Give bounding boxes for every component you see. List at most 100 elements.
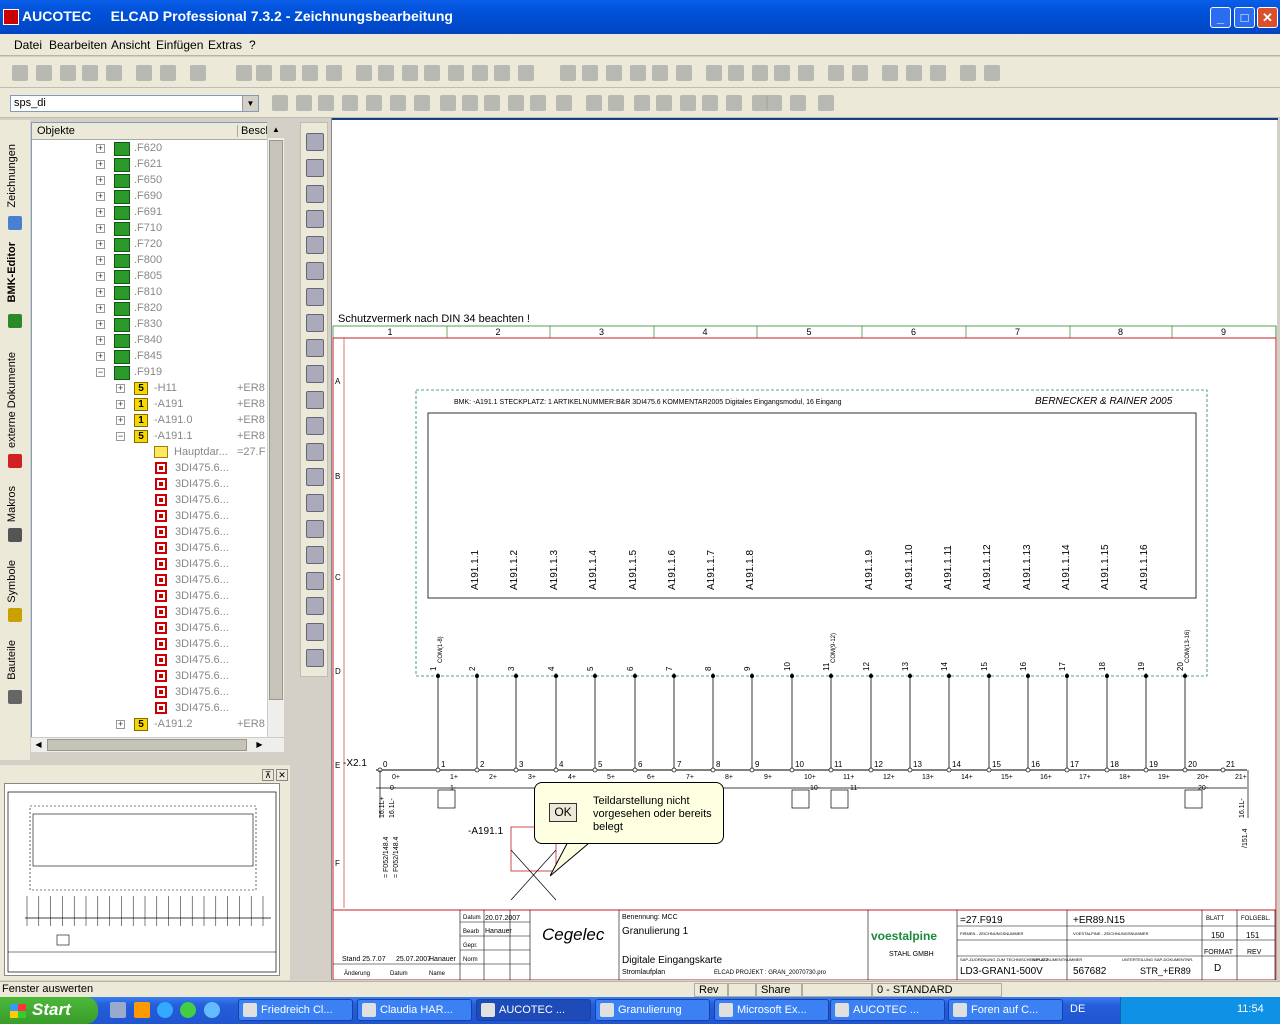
toolbar-icon[interactable] bbox=[12, 65, 28, 81]
header-objekte[interactable]: Objekte bbox=[37, 125, 75, 137]
tree-horizontal-scrollbar[interactable]: ◀ ▶ bbox=[31, 737, 284, 752]
task-foren[interactable]: Foren auf C... bbox=[948, 999, 1063, 1021]
tree-row[interactable]: 3DI475.6... bbox=[32, 605, 283, 621]
expand-icon[interactable]: + bbox=[96, 160, 105, 169]
quicklaunch-search-icon[interactable] bbox=[204, 1002, 220, 1018]
tree-row[interactable]: + .F820 bbox=[32, 301, 283, 317]
task-friedreich[interactable]: Friedreich Cl... bbox=[238, 999, 353, 1021]
tab-zeichnungen[interactable]: Zeichnungen bbox=[6, 144, 18, 208]
toolbar-icon[interactable] bbox=[518, 65, 534, 81]
ok-button[interactable]: OK bbox=[549, 803, 577, 822]
tree-row[interactable]: + .F805 bbox=[32, 269, 283, 285]
toolbar-icon[interactable] bbox=[798, 65, 814, 81]
toolbar-icon[interactable] bbox=[774, 65, 790, 81]
menu-datei[interactable]: Datei bbox=[14, 38, 42, 52]
toolbar-icon[interactable] bbox=[560, 65, 576, 81]
scroll-left-icon[interactable]: ◀ bbox=[31, 738, 46, 752]
toolbar-icon[interactable] bbox=[366, 95, 382, 111]
menu-ansicht[interactable]: Ansicht bbox=[111, 38, 150, 52]
symbol-tool-icon[interactable] bbox=[306, 442, 324, 461]
toolbar-icon[interactable] bbox=[960, 65, 976, 81]
expand-icon[interactable]: + bbox=[96, 352, 105, 361]
language-indicator[interactable]: DE bbox=[1070, 1003, 1085, 1015]
toolbar-icon[interactable] bbox=[906, 65, 922, 81]
toolbar-icon[interactable] bbox=[582, 65, 598, 81]
symbol-tool-icon[interactable] bbox=[306, 494, 324, 513]
tree-row[interactable]: + .F830 bbox=[32, 317, 283, 333]
scroll-thumb[interactable] bbox=[269, 140, 283, 700]
expand-icon[interactable]: + bbox=[96, 304, 105, 313]
expand-icon[interactable]: − bbox=[96, 368, 105, 377]
toolbar-icon[interactable] bbox=[60, 65, 76, 81]
symbol-tool-icon[interactable] bbox=[306, 468, 324, 487]
symbol-tool-icon[interactable] bbox=[306, 184, 324, 203]
tree-row[interactable]: Hauptdar... =27.F bbox=[32, 445, 283, 461]
hscroll-thumb[interactable] bbox=[47, 739, 247, 751]
toolbar-icon[interactable] bbox=[828, 65, 844, 81]
symbol-tool-icon[interactable] bbox=[306, 571, 324, 590]
tree-vertical-scrollbar[interactable]: ▲ bbox=[267, 122, 284, 737]
object-tree[interactable]: Objekte Besch + .F620 + .F621 + .F650 + .F690 +.… bbox=[31, 122, 284, 752]
symbol-tool-icon[interactable] bbox=[306, 545, 324, 564]
toolbar-icon[interactable] bbox=[106, 65, 122, 81]
tree-row[interactable]: + .F810 bbox=[32, 285, 283, 301]
symbol-tool-icon[interactable] bbox=[306, 210, 324, 229]
expand-icon[interactable]: + bbox=[96, 144, 105, 153]
tree-row[interactable]: + .F800 bbox=[32, 253, 283, 269]
tree-row[interactable]: 3DI475.6... bbox=[32, 493, 283, 509]
expand-icon[interactable]: + bbox=[96, 192, 105, 201]
toolbar-icon[interactable] bbox=[508, 95, 524, 111]
toolbar-icon[interactable] bbox=[296, 95, 312, 111]
toolbar-icon[interactable] bbox=[414, 95, 430, 111]
tree-row[interactable]: + .F720 bbox=[32, 237, 283, 253]
toolbar-icon[interactable] bbox=[390, 95, 406, 111]
toolbar-icon[interactable] bbox=[556, 95, 572, 111]
quicklaunch-outlook-icon[interactable] bbox=[110, 1002, 126, 1018]
toolbar-icon[interactable] bbox=[726, 95, 742, 111]
toolbar-icon[interactable] bbox=[608, 95, 624, 111]
symbol-tool-icon[interactable] bbox=[306, 416, 324, 435]
tree-row[interactable]: 3DI475.6... bbox=[32, 461, 283, 477]
menu-einfuegen[interactable]: Einfügen bbox=[156, 38, 203, 52]
task-excel[interactable]: Microsoft Ex... bbox=[714, 999, 829, 1021]
tab-bauteile[interactable]: Bauteile bbox=[6, 640, 18, 680]
toolbar-icon[interactable] bbox=[190, 65, 206, 81]
symbol-tool-icon[interactable] bbox=[306, 623, 324, 642]
toolbar-icon[interactable] bbox=[272, 95, 288, 111]
tree-row[interactable]: 3DI475.6... bbox=[32, 589, 283, 605]
tree-row[interactable]: + .F690 bbox=[32, 189, 283, 205]
toolbar-icon[interactable] bbox=[676, 65, 692, 81]
expand-icon[interactable]: + bbox=[116, 720, 125, 729]
toolbar-icon[interactable] bbox=[790, 95, 806, 111]
tree-row[interactable]: 3DI475.6... bbox=[32, 541, 283, 557]
close-button[interactable]: ✕ bbox=[1257, 7, 1278, 28]
tree-row[interactable]: +5 -H11 +ER8 bbox=[32, 381, 283, 397]
toolbar-icon[interactable] bbox=[160, 65, 176, 81]
tab-symbole[interactable]: Symbole bbox=[6, 560, 18, 603]
tree-row[interactable]: +5 -A191.2 +ER8 bbox=[32, 717, 283, 733]
toolbar-icon[interactable] bbox=[728, 65, 744, 81]
toolbar-icon[interactable] bbox=[586, 95, 602, 111]
quicklaunch-icq-icon[interactable] bbox=[180, 1002, 196, 1018]
expand-icon[interactable]: + bbox=[96, 176, 105, 185]
toolbar-icon[interactable] bbox=[634, 95, 650, 111]
task-aucotec-2[interactable]: AUCOTEC ... bbox=[830, 999, 945, 1021]
expand-icon[interactable]: + bbox=[96, 208, 105, 217]
minimize-button[interactable]: _ bbox=[1210, 7, 1231, 28]
tree-row[interactable]: + .F620 bbox=[32, 141, 283, 157]
toolbar-icon[interactable] bbox=[606, 65, 622, 81]
expand-icon[interactable]: + bbox=[96, 288, 105, 297]
tree-row[interactable]: 3DI475.6... bbox=[32, 637, 283, 653]
tree-row[interactable]: 3DI475.6... bbox=[32, 685, 283, 701]
chevron-down-icon[interactable]: ▼ bbox=[242, 96, 258, 111]
toolbar-icon[interactable] bbox=[484, 95, 500, 111]
expand-icon[interactable]: + bbox=[96, 336, 105, 345]
symbol-tool-icon[interactable] bbox=[306, 649, 324, 667]
expand-icon[interactable]: + bbox=[96, 256, 105, 265]
drawing-preview[interactable] bbox=[4, 783, 280, 976]
toolbar-icon[interactable] bbox=[256, 65, 272, 81]
tree-row[interactable]: + .F840 bbox=[32, 333, 283, 349]
task-aucotec-1[interactable]: AUCOTEC ... bbox=[476, 999, 591, 1021]
tree-row[interactable]: 3DI475.6... bbox=[32, 509, 283, 525]
tree-row[interactable]: + .F845 bbox=[32, 349, 283, 365]
